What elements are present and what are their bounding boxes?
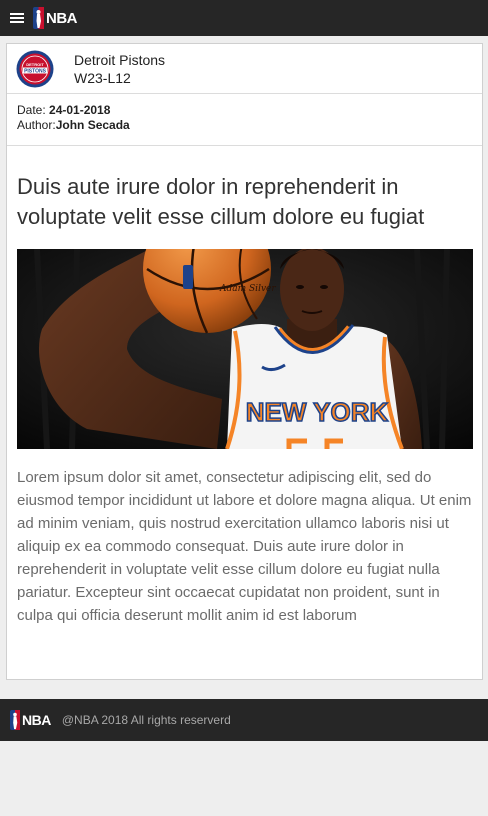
- team-name[interactable]: Detroit Pistons: [74, 51, 165, 69]
- jersey-text: NEW YORK: [246, 397, 389, 427]
- article-date-line: Date: 24-01-2018: [17, 103, 482, 118]
- footer-nba-logo[interactable]: NBA: [10, 710, 51, 730]
- author-label: Author:: [17, 118, 56, 132]
- article-hero-image: Adam Silver NEW YORK: [17, 249, 473, 449]
- article-card: DETROIT PISTONS Detroit Pistons W23-L12 …: [6, 43, 483, 680]
- nba-wordmark: NBA: [46, 9, 78, 27]
- article-author: John Secada: [55, 118, 130, 132]
- nba-wordmark: NBA: [22, 712, 51, 728]
- top-navbar: NBA: [0, 0, 488, 36]
- pistons-logo-text-main: PISTONS: [24, 68, 47, 74]
- pistons-logo-text-top: DETROIT: [26, 62, 44, 67]
- nba-logoman-icon: [33, 7, 44, 29]
- article-meta: Date: 24-01-2018 Author:John Secada: [7, 94, 482, 146]
- footer: NBA @NBA 2018 All rights reserverd: [0, 699, 488, 741]
- team-info: Detroit Pistons W23-L12: [74, 51, 165, 87]
- nba-logo[interactable]: NBA: [33, 7, 78, 29]
- team-header: DETROIT PISTONS Detroit Pistons W23-L12: [7, 44, 482, 94]
- nba-logoman-icon: [10, 710, 20, 730]
- article-date: 24-01-2018: [49, 103, 111, 117]
- date-label: Date:: [17, 103, 50, 117]
- svg-text:Adam Silver: Adam Silver: [219, 284, 276, 294]
- article-title: Duis aute irure dolor in reprehenderit i…: [17, 174, 425, 229]
- hamburger-menu-icon[interactable]: [10, 12, 24, 24]
- article-author-line: Author:John Secada: [17, 118, 482, 133]
- article-body: Lorem ipsum dolor sit amet, consectetur …: [17, 469, 472, 624]
- footer-copyright: @NBA 2018 All rights reserverd: [61, 713, 231, 727]
- pistons-logo-icon[interactable]: DETROIT PISTONS: [16, 50, 54, 88]
- team-record: W23-L12: [74, 69, 131, 86]
